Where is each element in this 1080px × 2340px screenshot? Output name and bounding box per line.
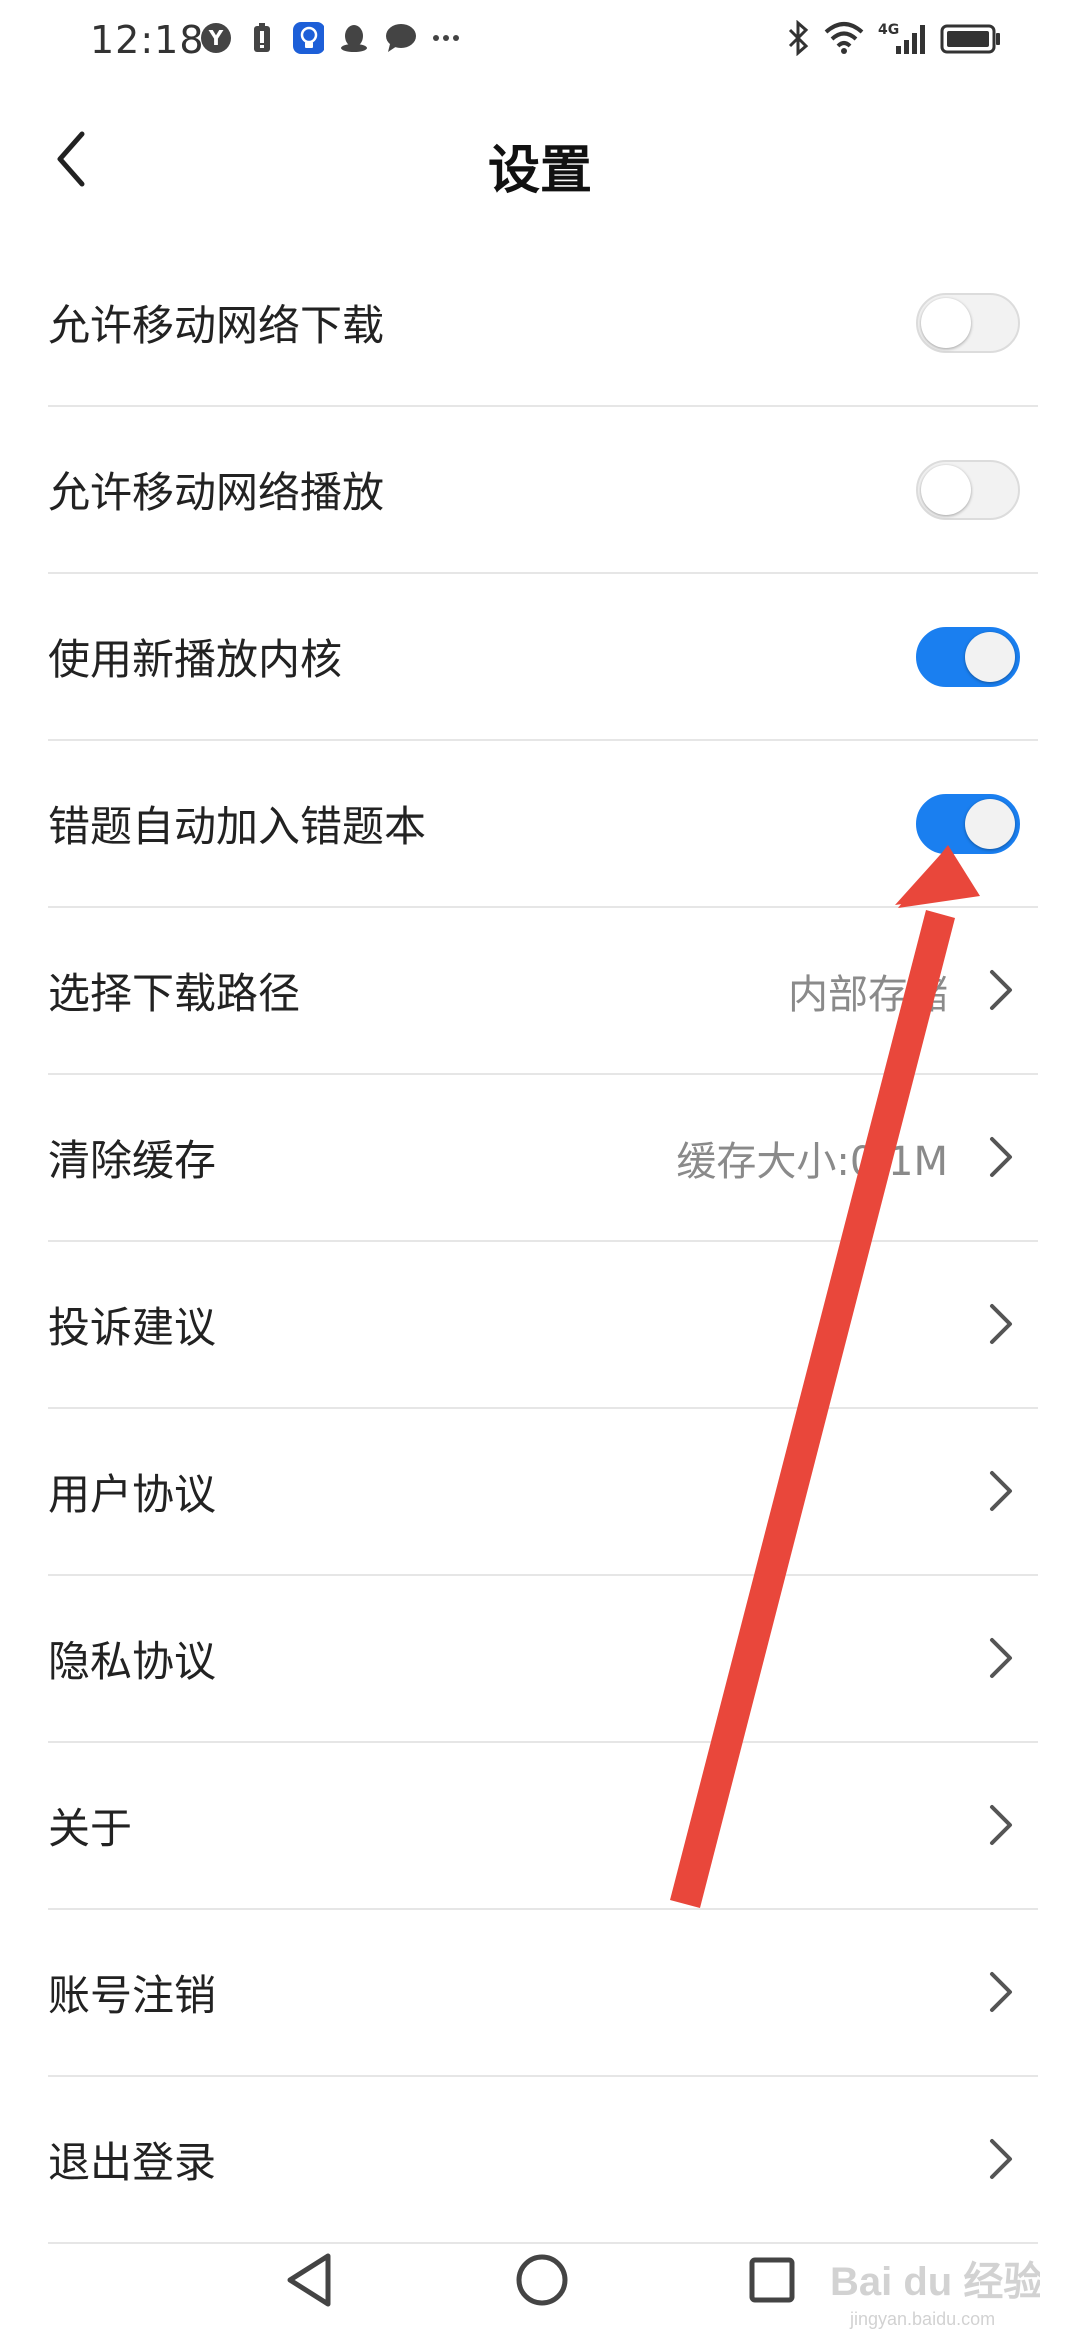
chevron-right-icon [990, 1972, 1012, 2012]
status-left-icons: Y [200, 22, 462, 54]
setting-row-feedback[interactable]: 投诉建议 [48, 1242, 1038, 1409]
setting-label: 允许移动网络播放 [48, 468, 385, 517]
settings-list: 允许移动网络下载 允许移动网络播放 使用新播放内核 错题自动加入错题本 选择下载… [48, 240, 1038, 2244]
setting-row-privacy-agreement[interactable]: 隐私协议 [48, 1576, 1038, 1743]
toggle-knob [965, 798, 1015, 849]
setting-row-user-agreement[interactable]: 用户协议 [48, 1409, 1038, 1576]
setting-row-mobile-download: 允许移动网络下载 [48, 240, 1038, 407]
chevron-right-icon [990, 1638, 1012, 1678]
mobile-download-toggle[interactable] [916, 292, 1020, 353]
nav-home-button[interactable] [502, 2240, 582, 2320]
setting-row-logout[interactable]: 退出登录 [48, 2077, 1038, 2244]
auto-add-mistakes-toggle[interactable] [916, 793, 1020, 854]
bulb-app-icon [292, 22, 324, 54]
mobile-playback-toggle[interactable] [916, 459, 1020, 520]
svg-text:Y: Y [208, 26, 224, 50]
setting-row-about[interactable]: 关于 [48, 1743, 1038, 1910]
y-app-icon: Y [200, 22, 232, 54]
setting-label: 关于 [48, 1804, 133, 1853]
more-dots-icon [430, 22, 462, 54]
svg-text:jingyan.baidu.com: jingyan.baidu.com [849, 2309, 995, 2329]
baidu-watermark: Bai du 经验 jingyan.baidu.com [830, 2245, 1043, 2339]
setting-label: 清除缓存 [48, 1136, 217, 1185]
setting-label: 隐私协议 [48, 1637, 217, 1686]
toggle-knob [921, 297, 971, 348]
setting-label: 选择下载路径 [48, 969, 301, 1018]
setting-label: 用户协议 [48, 1470, 217, 1519]
svg-text:Bai du 经验: Bai du 经验 [830, 2260, 1040, 2304]
qq-icon [338, 22, 370, 54]
setting-label: 账号注销 [48, 1971, 217, 2020]
setting-row-mobile-playback: 允许移动网络播放 [48, 407, 1038, 574]
page-title: 设置 [487, 141, 592, 201]
nav-recents-button[interactable] [732, 2240, 812, 2320]
setting-value: 内部存储 [788, 971, 948, 1018]
chevron-right-icon [990, 1304, 1012, 1344]
setting-label: 允许移动网络下载 [48, 301, 385, 350]
recents-square-icon [749, 2257, 795, 2303]
setting-row-account-deletion[interactable]: 账号注销 [48, 1910, 1038, 2077]
new-player-core-toggle[interactable] [916, 626, 1020, 687]
back-triangle-icon [287, 2253, 331, 2307]
wifi-icon [824, 20, 864, 60]
setting-row-new-player-core: 使用新播放内核 [48, 574, 1038, 741]
chevron-right-icon [990, 1471, 1012, 1511]
setting-label: 退出登录 [48, 2138, 217, 2187]
chevron-right-icon [990, 1805, 1012, 1845]
setting-row-auto-add-mistakes: 错题自动加入错题本 [48, 741, 1038, 908]
bluetooth-icon [786, 19, 810, 60]
setting-value: 缓存大小:0.1M [676, 1138, 948, 1185]
toggle-knob [965, 631, 1015, 682]
home-circle-icon [516, 2254, 568, 2306]
setting-label: 投诉建议 [48, 1303, 217, 1352]
chevron-right-icon [990, 970, 1012, 1010]
nav-back-button[interactable] [272, 2240, 352, 2320]
battery-icon [940, 20, 1002, 60]
setting-row-clear-cache[interactable]: 清除缓存 缓存大小:0.1M [48, 1075, 1038, 1242]
svg-text:4G: 4G [878, 22, 899, 38]
setting-label: 错题自动加入错题本 [48, 802, 427, 851]
battery-saver-icon [246, 22, 278, 54]
baidu-jingyan-logo: Bai du 经验 jingyan.baidu.com [830, 2260, 1043, 2329]
chevron-right-icon [990, 1137, 1012, 1177]
setting-row-download-path[interactable]: 选择下载路径 内部存储 [48, 908, 1038, 1075]
status-bar: 12:18 Y 4G [0, 0, 1080, 80]
status-right-icons: 4G [786, 19, 1002, 60]
chevron-right-icon [990, 2139, 1012, 2179]
message-icon [384, 22, 416, 54]
header: 设置 [0, 100, 1080, 220]
status-time: 12:18 [90, 18, 205, 62]
setting-label: 使用新播放内核 [48, 635, 343, 684]
signal-4g-icon: 4G [878, 20, 926, 60]
toggle-knob [921, 464, 971, 515]
